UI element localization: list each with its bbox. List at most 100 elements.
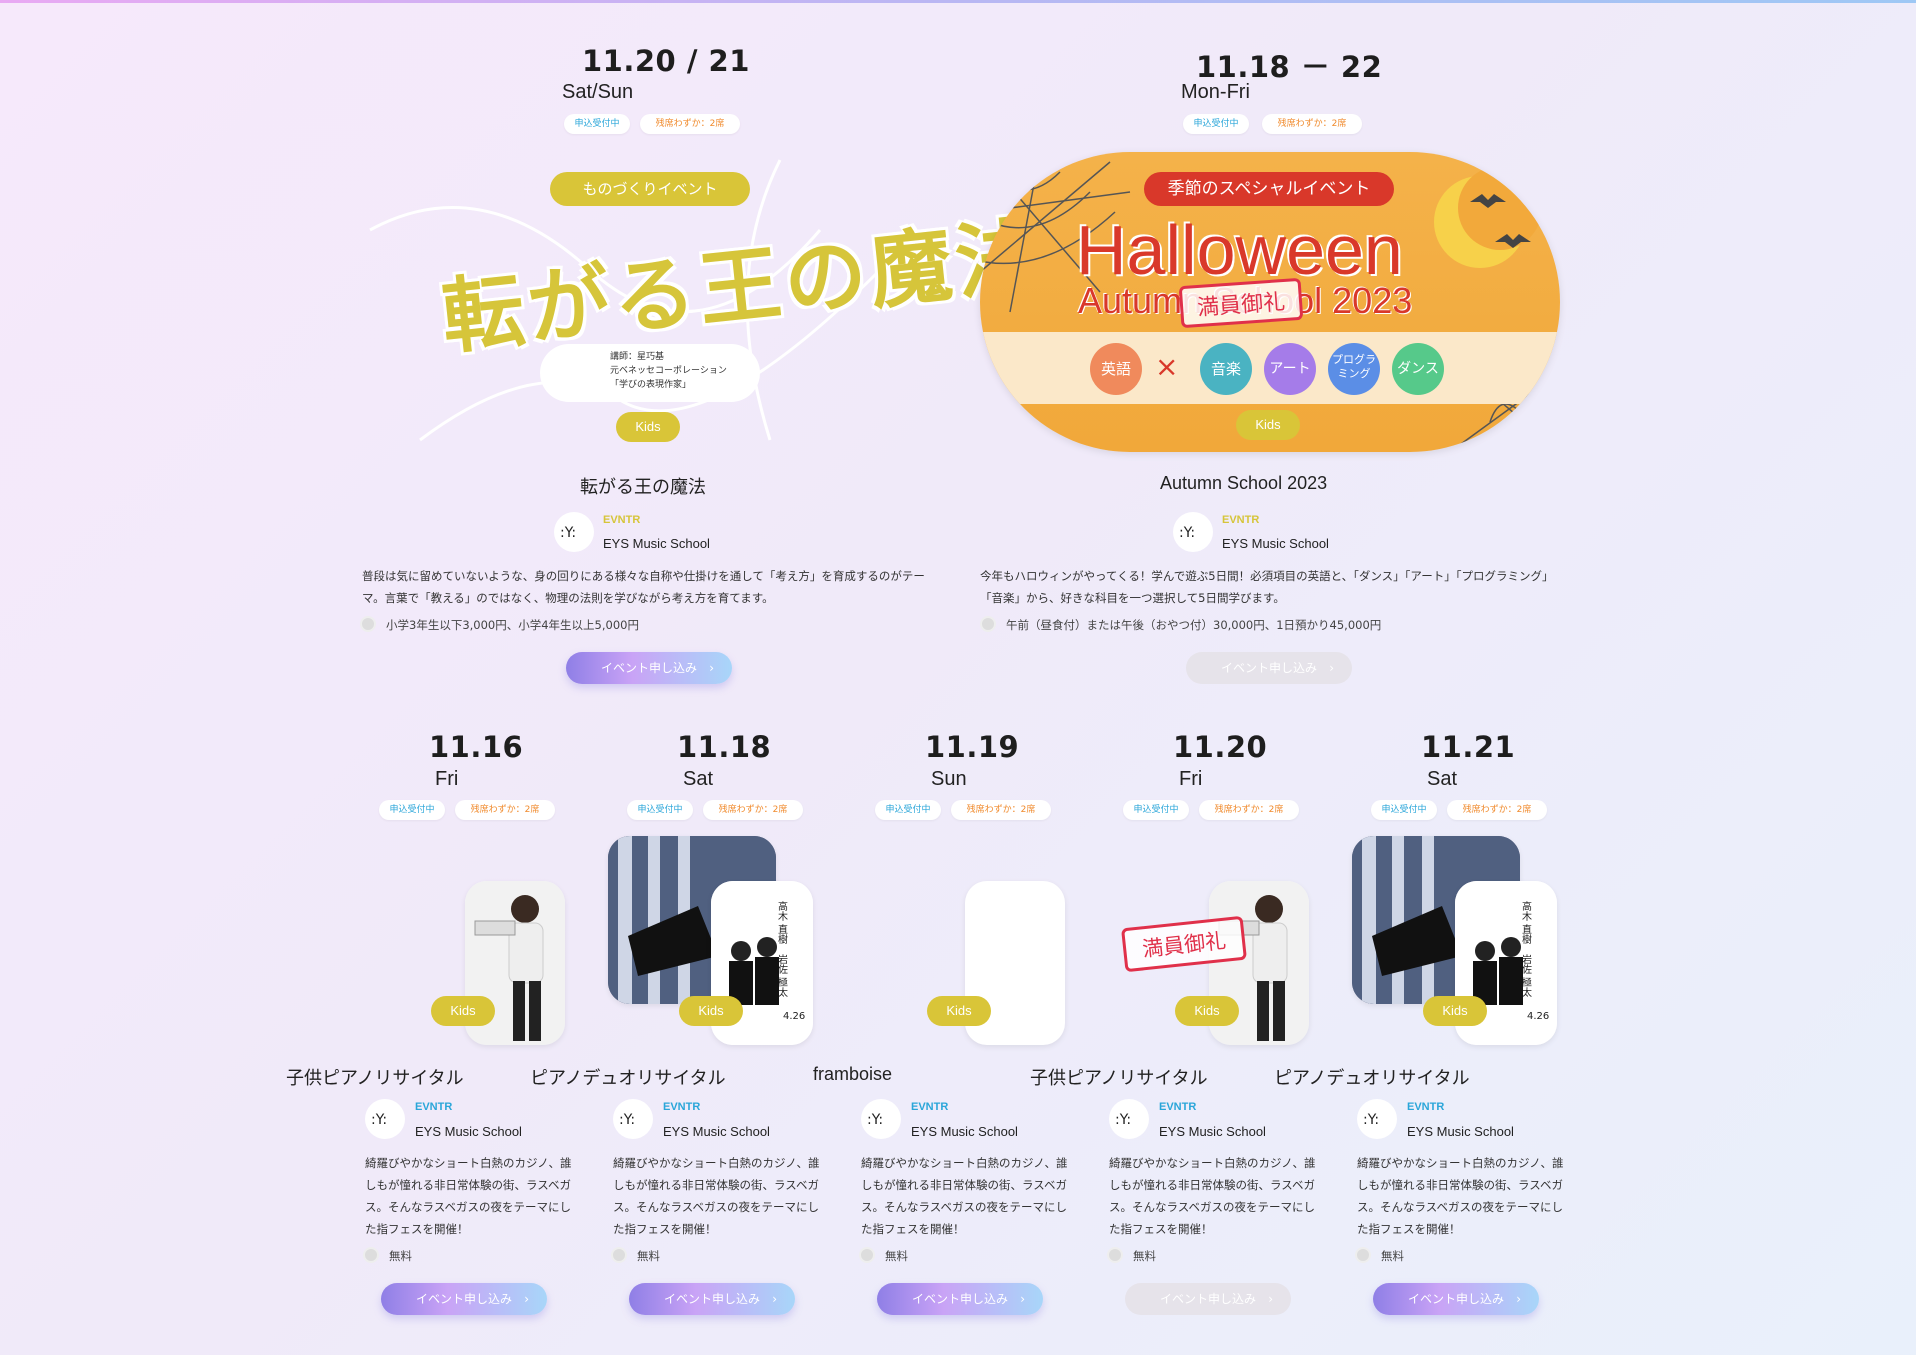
event-price: 無料 [859,1247,908,1264]
event-description: 今年もハロウィンがやってくる！学んで遊ぶ5日間！必須項目の英語と、「ダンス」「ア… [980,569,1554,605]
svg-text::Y:: :Y: [619,1112,635,1128]
event-date: 11.18 [677,730,772,764]
org-name: EYS Music School [1407,1124,1514,1139]
price-text: 無料 [389,1249,412,1263]
price-text: 無料 [1133,1249,1156,1263]
event-day: Mon-Fri [1181,81,1250,103]
event-description: 綺羅びやかなショート白熱のカジノ、誰しもが憧れる非日常体験の街、ラスベガス。そん… [365,1156,572,1236]
event-title[interactable]: ピアノデュオリサイタル [530,1064,726,1090]
lecturer-line: 元ベネッセコーポレーション [610,366,727,376]
org-name: EYS Music School [1222,536,1329,551]
kids-badge: Kids [679,996,743,1026]
arrow-right-icon: › [772,1292,777,1306]
org-logo-icon: :Y: [1109,1099,1149,1139]
org-name: EYS Music School [603,536,710,551]
svg-text::Y:: :Y: [1363,1112,1379,1128]
org-name: EYS Music School [415,1124,522,1139]
subjects-band: 英語 × 音楽 アート プログラミング ダンス [980,332,1560,404]
status-badge-open: 申込受付中 [379,800,445,820]
org-name: EYS Music School [911,1124,1018,1139]
apply-button-label: イベント申し込み [600,661,697,675]
org-brand: EVNTR [1407,1101,1445,1113]
kids-badge: Kids [1175,996,1239,1026]
event-title[interactable]: ピアノデュオリサイタル [1274,1064,1470,1090]
event-title[interactable]: Autumn School 2023 [1160,473,1327,494]
subject-music: 音楽 [1200,343,1252,395]
event-day: Sun [931,768,967,790]
arrow-right-icon: › [1020,1292,1025,1306]
event-title[interactable]: 転がる王の魔法 [580,473,706,499]
event-price: 無料 [1107,1247,1156,1264]
event-day: Sat [1427,768,1458,790]
svg-text::Y:: :Y: [1179,525,1195,541]
sold-out-stamp: 満員御礼 [1178,277,1304,329]
price-text: 無料 [637,1249,660,1263]
org-name: EYS Music School [663,1124,770,1139]
event-price: 無料 [611,1247,660,1264]
event-hero-image[interactable]: 季節のスペシャルイベント Halloween Autumn School 202… [980,152,1560,452]
event-title[interactable]: 子供ピアノリサイタル [286,1064,464,1090]
apply-button[interactable]: イベント申し込み › [566,652,732,684]
apply-button-label: イベント申し込み [911,1292,1008,1306]
apply-button[interactable]: イベント申し込み › [629,1283,795,1315]
status-badge-open: 申込受付中 [1183,114,1249,134]
apply-button-label: イベント申し込み [1159,1292,1256,1306]
apply-button[interactable]: イベント申し込み › [381,1283,547,1315]
status-badge-open: 申込受付中 [1123,800,1189,820]
event-day: Sat [683,768,714,790]
event-date: 11.20 / 21 [582,44,750,78]
org-logo-icon: :Y: [861,1099,901,1139]
apply-button-label: イベント申し込み [415,1292,512,1306]
event-description: 綺羅びやかなショート白熱のカジノ、誰しもが憧れる非日常体験の街、ラスベガス。そん… [613,1156,820,1236]
status-badge-few-seats: 残席わずか：2席 [703,800,803,820]
event-title[interactable]: 子供ピアノリサイタル [1030,1064,1208,1090]
apply-button-label: イベント申し込み [1407,1292,1504,1306]
org-brand: EVNTR [415,1101,453,1113]
apply-button[interactable]: イベント申し込み › [877,1283,1043,1315]
coin-icon [980,616,996,632]
org-name: EYS Music School [1159,1124,1266,1139]
event-date: 11.16 [429,730,524,764]
event-price: 無料 [1355,1247,1404,1264]
event-hero-image[interactable]: ものづくりイベント 転がる王の魔法 講師：星巧基 元ベネッセコーポレーション 「… [360,150,1046,450]
org-brand: EVNTR [663,1101,701,1113]
arrow-right-icon: › [1516,1292,1521,1306]
event-description: 綺羅びやかなショート白熱のカジノ、誰しもが憧れる非日常体験の街、ラスベガス。そん… [1109,1156,1316,1236]
subject-dance: ダンス [1392,343,1444,395]
x-icon: × [1155,350,1179,383]
event-price: 午前（昼食付）または午後（おやつ付）30,000円、1日預かり45,000円 [980,616,1381,633]
hero-category-badge: ものづくりイベント [550,172,750,206]
status-badge-open: 申込受付中 [1371,800,1437,820]
status-badge-few-seats: 残席わずか：2席 [455,800,555,820]
apply-button[interactable]: イベント申し込み › [1373,1283,1539,1315]
status-badge-open: 申込受付中 [875,800,941,820]
org-logo-icon: :Y: [1357,1099,1397,1139]
org-logo-icon: :Y: [613,1099,653,1139]
arrow-right-icon: › [1329,661,1334,675]
apply-button[interactable]: イベント申し込み › [1186,652,1352,684]
kids-badge: Kids [431,996,495,1026]
svg-text::Y:: :Y: [1115,1112,1131,1128]
event-price: 無料 [363,1247,412,1264]
arrow-right-icon: › [524,1292,529,1306]
hero-title: Halloween [1076,211,1403,289]
status-badge-few-seats: 残席わずか：2席 [640,114,740,134]
status-badge-few-seats: 残席わずか：2席 [1262,114,1362,134]
org-logo-icon: :Y: [365,1099,405,1139]
event-day: Sat/Sun [562,81,634,103]
svg-text::Y:: :Y: [560,525,576,541]
event-price: 小学3年生以下3,000円、小学4年生以上5,000円 [360,616,639,633]
org-brand: EVNTR [1159,1101,1197,1113]
price-text: 無料 [1381,1249,1404,1263]
event-title[interactable]: framboise [813,1064,892,1085]
apply-button[interactable]: イベント申し込み › [1125,1283,1291,1315]
price-text: 小学3年生以下3,000円、小学4年生以上5,000円 [386,618,639,632]
svg-text:4.26: 4.26 [1527,1011,1549,1022]
top-accent-line [0,0,1916,3]
event-description: 普段は気に留めていないような、身の回りにある様々な自称や仕掛けを通して「考え方」… [362,569,925,605]
coin-icon [859,1247,875,1263]
event-description: 綺羅びやかなショート白熱のカジノ、誰しもが憧れる非日常体験の街、ラスベガス。そん… [1357,1156,1564,1236]
event-date: 11.19 [925,730,1020,764]
event-description: 綺羅びやかなショート白熱のカジノ、誰しもが憧れる非日常体験の街、ラスベガス。そん… [861,1156,1068,1236]
svg-text::Y:: :Y: [867,1112,883,1128]
